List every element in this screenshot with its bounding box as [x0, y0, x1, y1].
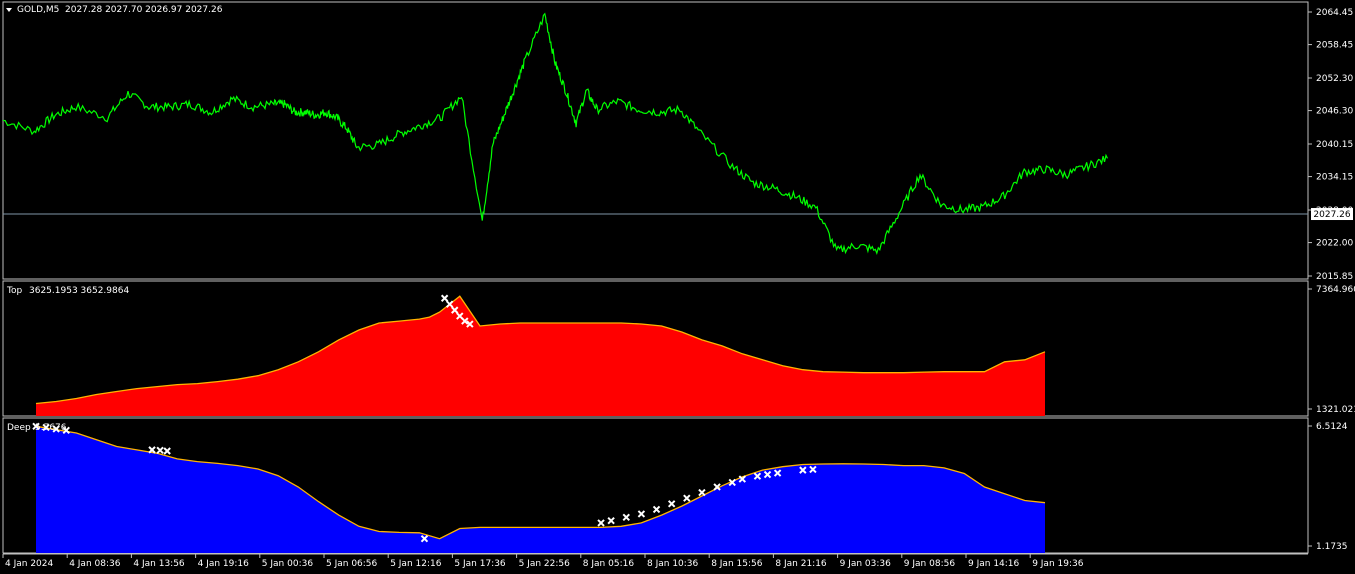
deep-ytick-label: 6.5124	[1316, 422, 1348, 432]
dropdown-triangle-icon[interactable]	[6, 8, 12, 12]
x-tick-label: 4 Jan 2024	[5, 559, 53, 569]
pane-frame-0	[2, 1, 1309, 280]
area-fill-deep	[36, 426, 1045, 553]
signal-marker	[667, 500, 676, 508]
x-tick-label: 9 Jan 19:36	[1032, 559, 1084, 569]
area-fill-top	[36, 296, 1045, 416]
signal-marker	[607, 516, 615, 525]
x-tick-label: 8 Jan 05:16	[583, 559, 635, 569]
price-ytick-label: 2015.85	[1316, 272, 1353, 282]
x-tick-label: 4 Jan 08:36	[69, 559, 121, 569]
signal-marker	[440, 294, 449, 302]
signal-marker	[163, 447, 171, 455]
top-indicator-name: Top	[6, 286, 22, 296]
x-tick-label: 9 Jan 03:36	[840, 559, 892, 569]
price-ytick-label: 2034.15	[1316, 173, 1353, 183]
x-tick-label: 8 Jan 10:36	[647, 559, 699, 569]
x-tick-label: 5 Jan 00:36	[262, 559, 314, 569]
deep-indicator-values: 5.7676	[35, 423, 67, 433]
price-ytick-label: 2022.00	[1316, 239, 1353, 249]
price-ytick-label: 2046.30	[1316, 107, 1353, 117]
trading-chart[interactable]: 2064.45 2058.45 2052.30 2046.30 2040.15 2034.…	[0, 0, 1355, 574]
x-tick-label: 4 Jan 13:56	[133, 559, 185, 569]
signal-marker	[652, 505, 661, 514]
price-ytick-label: 2058.45	[1316, 41, 1353, 51]
chart-header-ohlc: 2027.28 2027.70 2026.97 2027.26	[65, 5, 223, 15]
x-tick-label: 5 Jan 06:56	[326, 559, 378, 569]
x-tick-label: 5 Jan 22:56	[519, 559, 571, 569]
x-tick-label: 9 Jan 14:16	[968, 559, 1020, 569]
top-ytick-label: 1321.0214	[1316, 405, 1355, 415]
x-tick-label: 8 Jan 21:16	[775, 559, 827, 569]
price-ytick-label: 2064.45	[1316, 8, 1353, 18]
deep-ytick-label: 1.1735	[1316, 542, 1348, 552]
top-ytick-label: 7364.9607	[1316, 285, 1355, 295]
x-tick-label: 5 Jan 12:16	[390, 559, 442, 569]
x-tick-label: 4 Jan 19:16	[198, 559, 250, 569]
deep-indicator-name: Deep	[7, 423, 31, 433]
price-ytick-label: 2040.15	[1316, 140, 1353, 150]
signal-marker	[698, 488, 706, 497]
chart-header-symbol: GOLD,M5	[17, 5, 59, 15]
top-indicator-values: 3625.1953 3652.9864	[29, 286, 129, 296]
current-price-label: 2027.26	[1313, 210, 1350, 220]
signal-marker	[597, 519, 605, 527]
x-tick-label: 9 Jan 08:56	[904, 559, 956, 569]
x-tick-label: 5 Jan 17:36	[454, 559, 506, 569]
price-ytick-label: 2052.30	[1316, 74, 1353, 84]
signal-marker	[156, 446, 164, 455]
x-tick-label: 8 Jan 15:56	[711, 559, 763, 569]
signal-marker	[683, 494, 691, 502]
signal-marker	[637, 510, 646, 518]
price-series-line	[2, 12, 1109, 255]
signal-marker	[622, 513, 630, 522]
